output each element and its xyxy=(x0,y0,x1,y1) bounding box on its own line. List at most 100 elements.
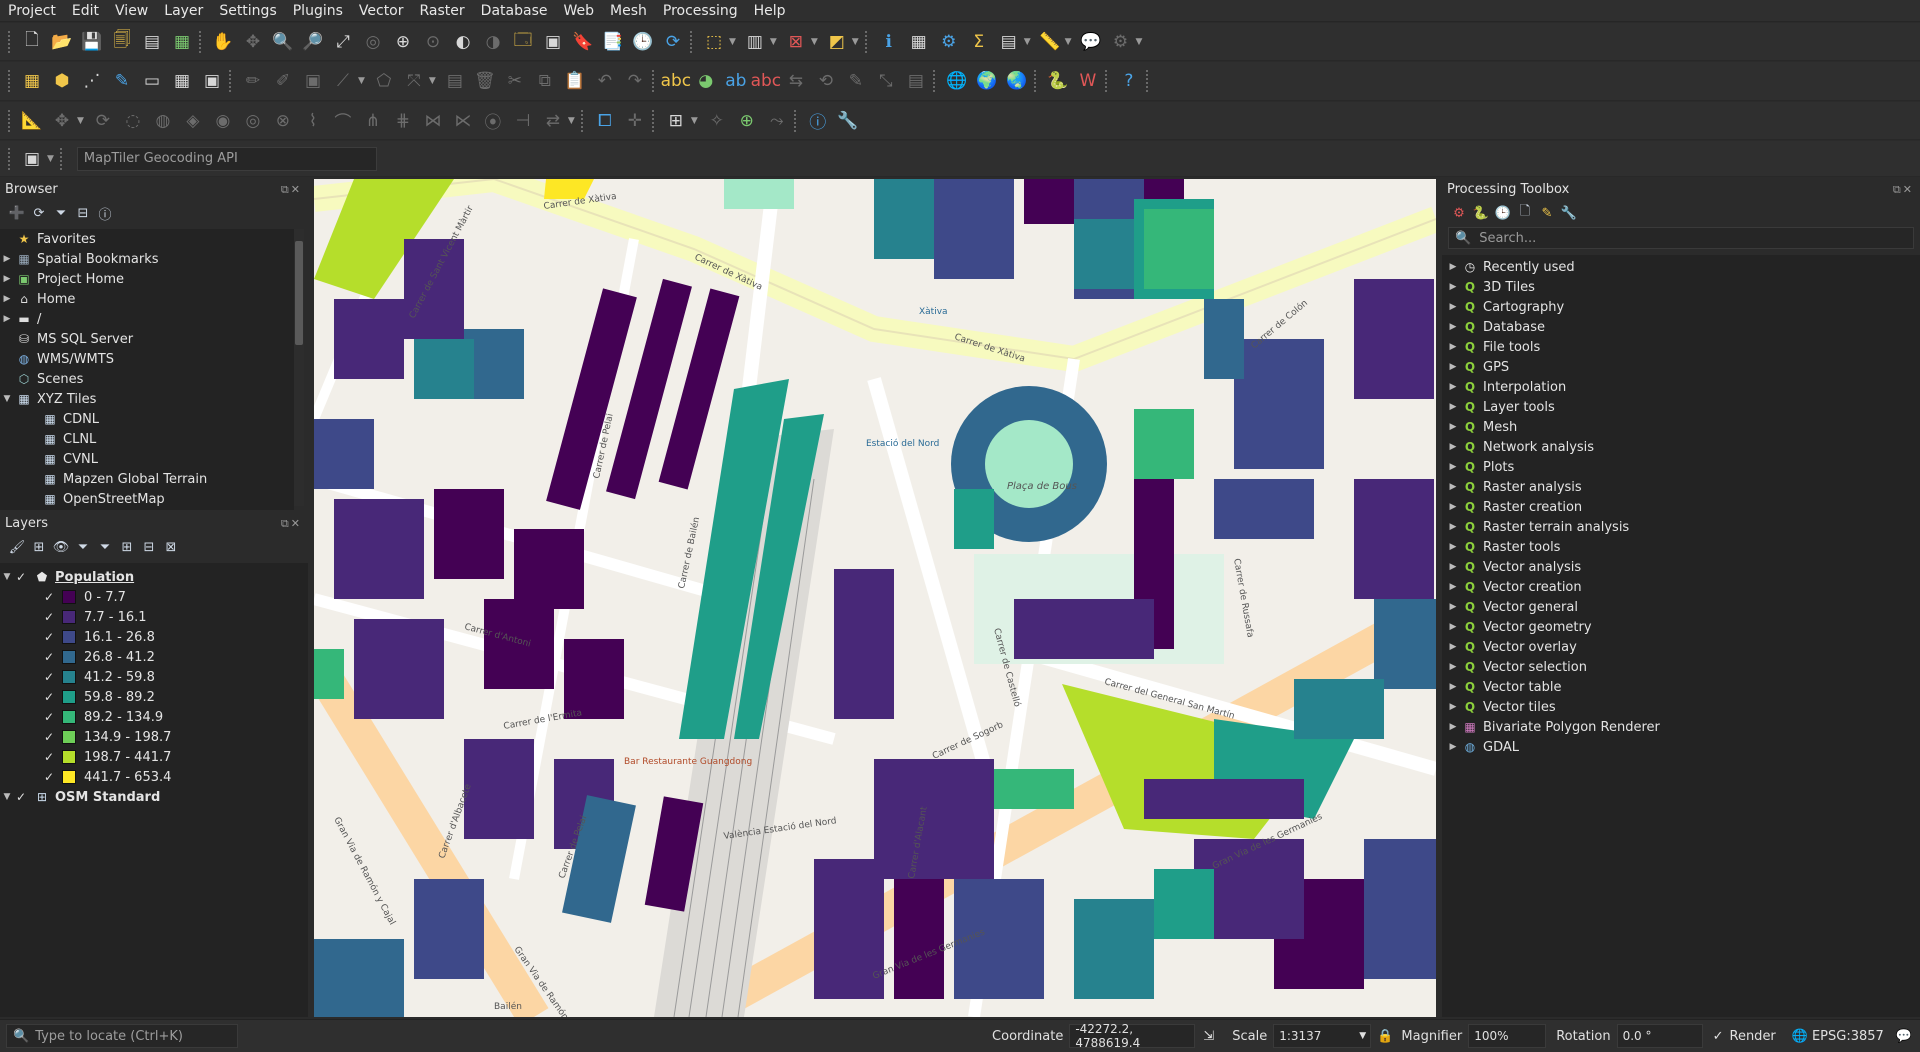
processing-provider[interactable]: ▶ Q 3D Tiles xyxy=(1442,277,1920,297)
chevron-right-icon[interactable]: ▶ xyxy=(1446,682,1460,692)
chevron-right-icon[interactable]: ▶ xyxy=(0,274,14,284)
processing-provider[interactable]: ▶ Q Cartography xyxy=(1442,297,1920,317)
menu-vector[interactable]: Vector xyxy=(351,0,412,22)
checkbox-icon[interactable]: ✓ xyxy=(42,670,56,684)
show-bookmarks-icon[interactable]: 📑 xyxy=(600,29,626,55)
chevron-down-icon[interactable]: ▼ xyxy=(811,37,818,47)
web-globe-icon[interactable]: 🌐 xyxy=(944,68,970,94)
checkbox-icon[interactable]: ✓ xyxy=(42,730,56,744)
chevron-down-icon[interactable]: ▼ xyxy=(0,394,14,404)
processing-provider[interactable]: ▶ Q Plots xyxy=(1442,457,1920,477)
manage-visibility-icon[interactable]: 👁 xyxy=(50,537,72,557)
legend-class[interactable]: ✓ 26.8 - 41.2 xyxy=(0,647,308,667)
chevron-right-icon[interactable]: ▶ xyxy=(0,314,14,324)
browser-scrollbar[interactable] xyxy=(294,229,304,506)
results-viewer-icon[interactable]: 🗋 xyxy=(1514,203,1536,223)
chevron-right-icon[interactable]: ▶ xyxy=(1446,382,1460,392)
toggle-extents-icon[interactable]: ⇲ xyxy=(1203,1029,1214,1044)
new-project-icon[interactable]: 🗋 xyxy=(19,29,45,55)
messages-icon[interactable]: 💬 xyxy=(1896,1029,1912,1044)
processing-provider[interactable]: ▶ Q Network analysis xyxy=(1442,437,1920,457)
modify-attributes-icon[interactable]: ▤ xyxy=(442,68,468,94)
delete-selected-icon[interactable]: 🗑 xyxy=(472,68,498,94)
legend-class[interactable]: ✓ 198.7 - 441.7 xyxy=(0,747,308,767)
checkbox-icon[interactable]: ✓ xyxy=(42,630,56,644)
menu-layer[interactable]: Layer xyxy=(156,0,211,22)
processing-provider[interactable]: ▶ Q Vector analysis xyxy=(1442,557,1920,577)
chevron-down-icon[interactable]: ▼ xyxy=(852,37,859,47)
checkbox-icon[interactable]: ✓ xyxy=(42,750,56,764)
add-group-icon[interactable]: ⊞ xyxy=(28,537,50,557)
digitize-icon[interactable]: ✎ xyxy=(109,68,135,94)
chevron-down-icon[interactable]: ▼ xyxy=(1065,37,1072,47)
legend-class[interactable]: ✓ 89.2 - 134.9 xyxy=(0,707,308,727)
zoom-full-icon[interactable]: ⤢ xyxy=(330,29,356,55)
coordinate-field[interactable]: -42272.2, 4788619.4 xyxy=(1069,1022,1196,1050)
layer-osm-standard[interactable]: ▼ ✓ ⊞ OSM Standard xyxy=(0,787,308,807)
chevron-right-icon[interactable]: ▶ xyxy=(1446,502,1460,512)
layer-population[interactable]: ▼ ✓ ⬟ Population xyxy=(0,567,308,587)
menu-project[interactable]: Project xyxy=(0,0,64,22)
move-feature-icon[interactable]: ✥ xyxy=(49,108,75,134)
cad-tools-icon[interactable]: 📐 xyxy=(19,108,45,134)
scripts-icon[interactable]: 🐍 xyxy=(1470,203,1492,223)
refresh-icon[interactable]: ⟳ xyxy=(28,203,50,223)
delete-part-icon[interactable]: ⊗ xyxy=(270,108,296,134)
chevron-right-icon[interactable]: ▶ xyxy=(1446,602,1460,612)
crs-globe-icon[interactable]: 🌐 xyxy=(1792,1029,1808,1044)
add-part-icon[interactable]: ◈ xyxy=(180,108,206,134)
refresh-icon[interactable]: ⟳ xyxy=(660,29,686,55)
split-features-icon[interactable]: ⋔ xyxy=(360,108,386,134)
zoom-to-layer-icon[interactable]: ⊕ xyxy=(390,29,416,55)
menu-web[interactable]: Web xyxy=(555,0,602,22)
processing-provider[interactable]: ▶ Q Vector geometry xyxy=(1442,617,1920,637)
data-source-manager-icon[interactable]: ▦ xyxy=(19,68,45,94)
processing-search-input[interactable]: 🔍 Search... xyxy=(1448,227,1914,249)
wrench-icon[interactable]: 🔧 xyxy=(835,108,861,134)
toolbar-grip[interactable] xyxy=(8,70,11,92)
save-edits-icon[interactable]: ▣ xyxy=(300,68,326,94)
edit-features-inplace-icon[interactable]: ✎ xyxy=(1536,203,1558,223)
open-project-icon[interactable]: 📂 xyxy=(49,29,75,55)
pin-labels-icon[interactable]: ab xyxy=(723,68,749,94)
checkbox-icon[interactable]: ✓ xyxy=(42,710,56,724)
browser-item[interactable]: ⬡ Scenes xyxy=(0,369,294,389)
remove-layer-icon[interactable]: ⊠ xyxy=(160,537,182,557)
chevron-right-icon[interactable]: ▶ xyxy=(1446,702,1460,712)
float-close-icon[interactable]: ⧉✕ xyxy=(281,513,302,535)
plugin-icon[interactable]: W xyxy=(1075,68,1101,94)
filter-icon[interactable]: ⏷ xyxy=(50,203,72,223)
add-vector-icon[interactable]: ⊕ xyxy=(734,108,760,134)
menu-raster[interactable]: Raster xyxy=(412,0,473,22)
undo-icon[interactable]: ↶ xyxy=(592,68,618,94)
processing-provider[interactable]: ▶ Q Interpolation xyxy=(1442,377,1920,397)
processing-provider[interactable]: ▶ Q GPS xyxy=(1442,357,1920,377)
processing-provider[interactable]: ▶ ◷ Recently used xyxy=(1442,257,1920,277)
toolbar-grip[interactable] xyxy=(8,109,11,132)
chevron-down-icon[interactable]: ▼ xyxy=(0,792,14,802)
new-map-view-icon[interactable]: 🗔 xyxy=(510,29,536,55)
zoom-native-icon[interactable]: ⊙ xyxy=(420,29,446,55)
toolbar-grip[interactable] xyxy=(8,147,11,170)
simplify-icon[interactable]: ◌ xyxy=(120,108,146,134)
shape-digitize-icon[interactable]: ⤳ xyxy=(764,108,790,134)
legend-class[interactable]: ✓ 441.7 - 653.4 xyxy=(0,767,308,787)
checkbox-icon[interactable]: ✓ xyxy=(14,790,28,804)
legend-class[interactable]: ✓ 134.9 - 198.7 xyxy=(0,727,308,747)
legend-class[interactable]: ✓ 7.7 - 16.1 xyxy=(0,607,308,627)
chevron-right-icon[interactable]: ▶ xyxy=(1446,302,1460,312)
tracing-icon[interactable]: ✛ xyxy=(622,108,648,134)
field-calculator-icon[interactable]: ▤ xyxy=(996,29,1022,55)
change-label-icon[interactable]: ✎ xyxy=(843,68,869,94)
browser-item[interactable]: ▦ Mapzen Global Terrain xyxy=(0,469,294,489)
chevron-down-icon[interactable]: ▼ xyxy=(358,76,365,86)
chevron-right-icon[interactable]: ▶ xyxy=(0,254,14,264)
float-close-icon[interactable]: ⧉✕ xyxy=(1893,179,1914,201)
chevron-down-icon[interactable]: ▼ xyxy=(770,37,777,47)
menu-mesh[interactable]: Mesh xyxy=(602,0,655,22)
vertex-tool-icon[interactable]: ⤧ xyxy=(401,68,427,94)
move-label-icon[interactable]: ⇆ xyxy=(783,68,809,94)
browser-item[interactable]: ▶ ⌂ Home xyxy=(0,289,294,309)
new-3d-map-icon[interactable]: ▣ xyxy=(540,29,566,55)
zoom-to-selection-icon[interactable]: ◎ xyxy=(360,29,386,55)
